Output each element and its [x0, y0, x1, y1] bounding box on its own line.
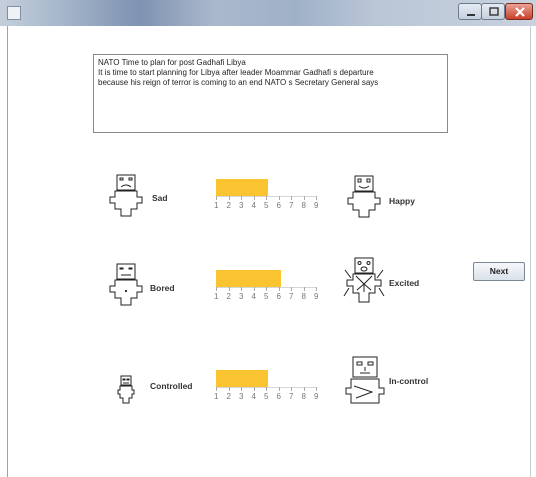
scale-tick [291, 387, 292, 391]
scale-track [216, 270, 316, 288]
scale-tick [266, 387, 267, 391]
scale-number: 1 [214, 292, 219, 301]
bored-figure-icon [102, 261, 150, 309]
scale-number: 7 [289, 201, 294, 210]
scale-tick [303, 196, 305, 200]
scale-tick [241, 387, 242, 391]
scale-number: 2 [226, 392, 231, 401]
scale-number: 4 [251, 292, 256, 301]
scale-number: 4 [251, 392, 256, 401]
minimize-icon [467, 14, 475, 16]
scale-tick [278, 287, 280, 291]
scale-number: 6 [276, 201, 281, 210]
next-button[interactable]: Next [473, 262, 525, 281]
bored-label: Bored [150, 283, 175, 293]
title-bar [0, 0, 536, 26]
scale-track [216, 179, 316, 197]
scale-tick [241, 196, 242, 200]
app-icon [7, 6, 21, 20]
scale-tick [316, 196, 317, 200]
excited-figure-icon [341, 256, 387, 306]
scale-tick [303, 387, 305, 391]
scale-number: 3 [239, 392, 244, 401]
scale-number: 5 [264, 292, 269, 301]
scale-tick [266, 196, 267, 200]
scale-tick [291, 196, 292, 200]
scale-number: 3 [239, 292, 244, 301]
happy-label: Happy [389, 196, 415, 206]
close-button[interactable] [505, 3, 533, 20]
scale-number: 5 [264, 201, 269, 210]
controlled-figure-icon [102, 361, 150, 409]
scale-tick [266, 287, 267, 291]
scale-number: 6 [276, 292, 281, 301]
scale-tick [216, 387, 217, 391]
in-control-label: In-control [389, 376, 429, 386]
scale-tick [316, 387, 317, 391]
happy-figure-icon [342, 174, 386, 220]
scale-number: 5 [264, 392, 269, 401]
scale-track [216, 370, 316, 388]
scale-tick [241, 287, 242, 291]
scale-numbers: 123456789 [214, 392, 318, 402]
scale-tick [228, 287, 230, 291]
controlled-label: Controlled [150, 381, 193, 391]
article-line: It is time to start planning for Libya a… [98, 68, 374, 77]
scale-tick [253, 196, 255, 200]
scale-number: 1 [214, 392, 219, 401]
main-panel: NATO Time to plan for post Gadhafi Libya… [7, 26, 531, 477]
scale-tick [303, 287, 305, 291]
maximize-button[interactable] [481, 3, 505, 20]
scale-number: 6 [276, 392, 281, 401]
scale-tick [228, 387, 230, 391]
scale-number: 1 [214, 201, 219, 210]
scale-tick [216, 196, 217, 200]
scale-fill [216, 179, 268, 196]
scale-ticks [216, 196, 317, 200]
scale-number: 8 [301, 392, 306, 401]
scale-numbers: 123456789 [214, 292, 318, 302]
sad-figure-icon [102, 172, 150, 220]
excited-label: Excited [389, 278, 420, 288]
scale-ticks [216, 387, 317, 391]
in-control-figure-icon [342, 356, 388, 406]
scale-tick [253, 287, 255, 291]
scale-number: 9 [314, 292, 319, 301]
article-line: NATO Time to plan for post Gadhafi Libya [98, 58, 246, 67]
sad-label: Sad [152, 193, 168, 203]
scale-number: 8 [301, 201, 306, 210]
scale-tick [228, 196, 230, 200]
scale-number: 2 [226, 292, 231, 301]
scale-number: 9 [314, 201, 319, 210]
scale-ticks [216, 287, 317, 291]
scale-number: 7 [289, 292, 294, 301]
scale-tick [253, 387, 255, 391]
scale-number: 8 [301, 292, 306, 301]
rating-scale-bored-excited[interactable]: 123456789 [214, 265, 318, 305]
scale-number: 7 [289, 392, 294, 401]
close-icon [515, 7, 525, 17]
rating-scale-controlled-in-control[interactable]: 123456789 [214, 365, 318, 405]
scale-tick [216, 287, 217, 291]
scale-fill [216, 270, 281, 287]
article-textbox[interactable]: NATO Time to plan for post Gadhafi Libya… [93, 54, 448, 133]
scale-tick [278, 387, 280, 391]
scale-numbers: 123456789 [214, 201, 318, 211]
rating-scale-sad-happy[interactable]: 123456789 [214, 174, 318, 214]
scale-number: 3 [239, 201, 244, 210]
minimize-button[interactable] [458, 3, 482, 20]
scale-number: 2 [226, 201, 231, 210]
scale-tick [316, 287, 317, 291]
scale-number: 4 [251, 201, 256, 210]
article-line: because his reign of terror is coming to… [98, 78, 379, 87]
scale-number: 9 [314, 392, 319, 401]
maximize-icon [489, 7, 499, 16]
scale-tick [291, 287, 292, 291]
scale-fill [216, 370, 268, 387]
scale-tick [278, 196, 280, 200]
